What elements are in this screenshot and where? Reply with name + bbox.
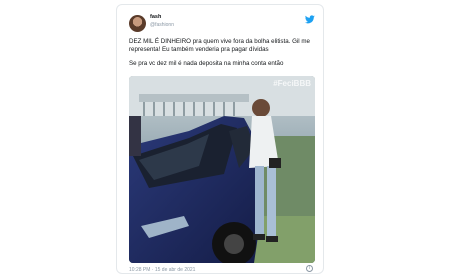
tweet-timestamp[interactable]: 10:28 PM · 15 de abr de 2021 bbox=[129, 267, 195, 273]
avatar[interactable] bbox=[129, 15, 146, 32]
info-icon[interactable]: i bbox=[306, 265, 313, 272]
tweet-embed: fash @fashionn DEZ MIL É DINHEIRO pra qu… bbox=[116, 4, 324, 274]
tweet-media-photo[interactable]: #FeciBBB bbox=[129, 76, 315, 263]
car-photo-illustration bbox=[129, 76, 315, 263]
author-names[interactable]: fash @fashionn bbox=[150, 14, 174, 28]
media-watermark: #FeciBBB bbox=[273, 79, 311, 88]
tweet-header: fash @fashionn bbox=[129, 14, 315, 35]
tweet-text: DEZ MIL É DINHEIRO pra quem vive fora da… bbox=[129, 38, 315, 69]
display-name[interactable]: fash bbox=[150, 14, 174, 21]
handle[interactable]: @fashionn bbox=[150, 22, 174, 28]
twitter-bird-icon[interactable] bbox=[305, 15, 315, 24]
tweet-paragraph: Se pra vc dez mil é nada deposita na min… bbox=[129, 60, 284, 68]
tweet-paragraph: DEZ MIL É DINHEIRO pra quem vive fora da… bbox=[129, 38, 310, 54]
